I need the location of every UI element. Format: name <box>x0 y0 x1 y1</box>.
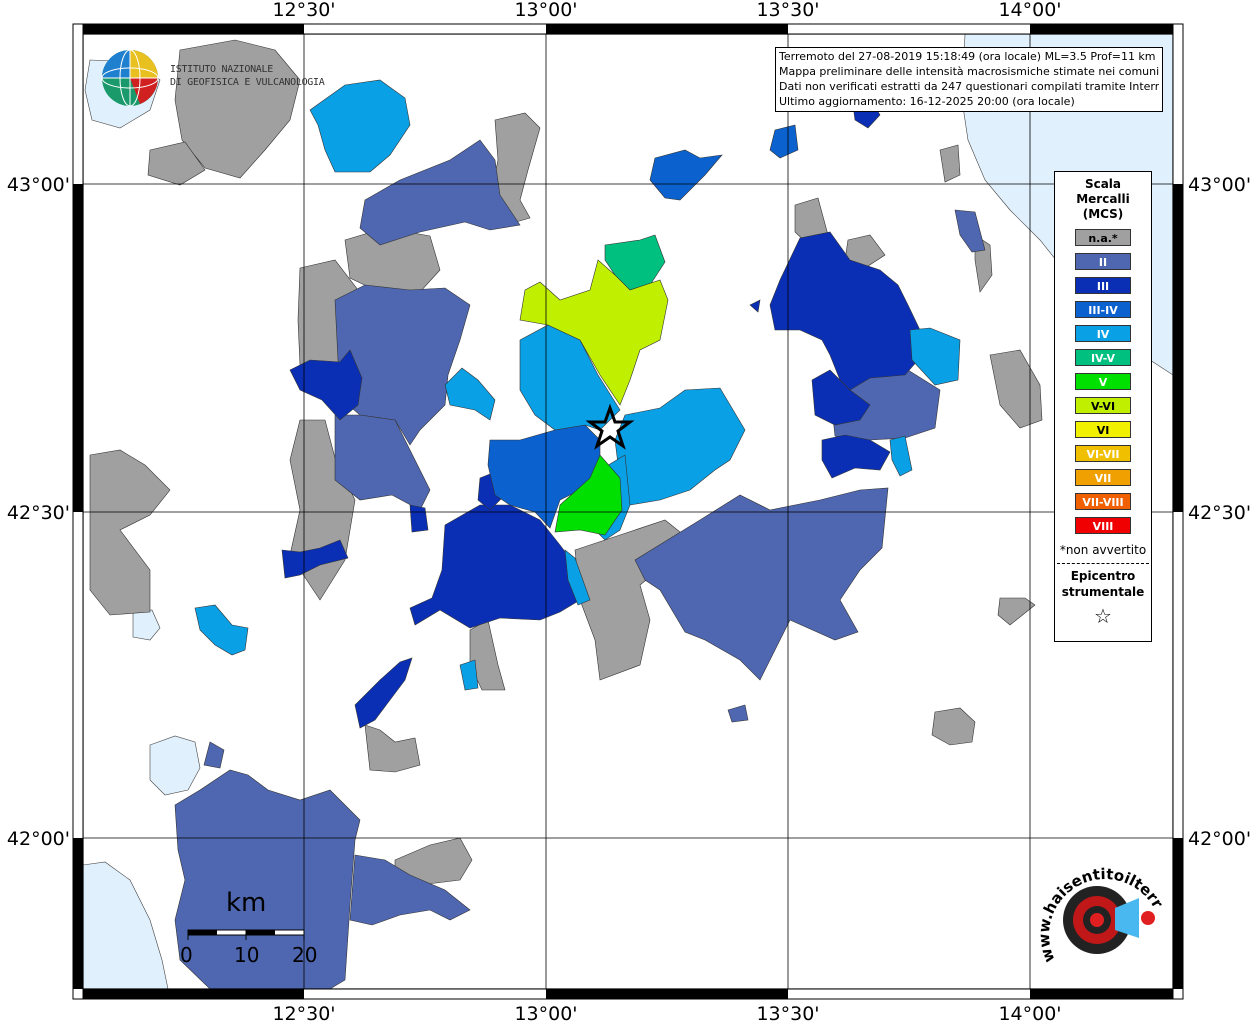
scale-bar-graphic <box>187 929 305 940</box>
lat-label-left-1: 43°00' <box>7 174 70 196</box>
legend-item: III <box>1075 277 1131 294</box>
scale-label-20: 20 <box>292 943 318 967</box>
legend-title-1: Scala <box>1084 177 1122 191</box>
legend-epicenter-2: strumentale <box>1061 585 1145 599</box>
legend-title-2: Mercalli <box>1076 192 1130 206</box>
legend-item: n.a.* <box>1075 229 1131 246</box>
ingv-line-2: DI GEOFISICA E VULCANOLOGIA <box>170 77 325 88</box>
legend-item: IV-V <box>1075 349 1131 366</box>
globe-icon <box>101 49 159 107</box>
event-info-line-4: Ultimo aggiornamento: 16-12-2025 20:00 (… <box>779 95 1075 108</box>
legend-separator <box>1057 563 1149 564</box>
legend-note: *non avvertito <box>1059 543 1147 557</box>
legend-item: V-VI <box>1075 397 1131 414</box>
lat-label-right-3: 42°00' <box>1188 828 1251 850</box>
lat-label-left-2: 42°30' <box>7 502 70 524</box>
lat-label-right-1: 43°00' <box>1188 174 1251 196</box>
legend-title-3: (MCS) <box>1082 207 1124 221</box>
lon-label-top-4: 14°00' <box>998 0 1061 21</box>
lon-label-top-2: 13°00' <box>514 0 577 21</box>
lat-label-right-2: 42°30' <box>1188 502 1251 524</box>
lat-label-left-3: 42°00' <box>7 828 70 850</box>
event-info-box: Terremoto del 27-08-2019 15:18:49 (ora l… <box>775 47 1163 112</box>
legend-item: IV <box>1075 325 1131 342</box>
legend-item: VI <box>1075 421 1131 438</box>
legend-item: III-IV <box>1075 301 1131 318</box>
ingv-logo: ISTITUTO NAZIONALE DI GEOFISICA E VULCAN… <box>100 48 325 108</box>
legend-item: V <box>1075 373 1131 390</box>
legend-item: VI-VII <box>1075 445 1131 462</box>
legend-items: n.a.* II III III-IV IV IV-V V V-VI VI VI-VII VII VI… <box>1055 229 1151 534</box>
legend-item: VII <box>1075 469 1131 486</box>
legend-star-icon: ☆ <box>1094 604 1112 628</box>
mcs-legend: Scala Mercalli (MCS) n.a.* II III III-IV IV I… <box>1054 171 1152 642</box>
lon-label-top-1: 12°30' <box>272 0 335 21</box>
event-info-line-3: Dati non verificati estratti da 247 ques… <box>779 80 1159 93</box>
haisentito-logo: www.haisentitoilterremoto.it <box>1027 836 1170 975</box>
lon-label-bottom-3: 13°30' <box>756 1003 819 1024</box>
scale-label-10: 10 <box>234 943 260 967</box>
event-info-line-2: Mappa preliminare delle intensità macros… <box>779 65 1159 78</box>
lon-label-bottom-2: 13°00' <box>514 1003 577 1024</box>
ingv-line-1: ISTITUTO NAZIONALE <box>170 64 273 75</box>
lon-label-bottom-4: 14°00' <box>998 1003 1061 1024</box>
target-logo-icon: www.haisentitoilterremoto.it <box>1027 836 1167 965</box>
scale-bar: km 0 10 20 <box>180 888 330 973</box>
legend-item: VIII <box>1075 517 1131 534</box>
lon-label-bottom-1: 12°30' <box>272 1003 335 1024</box>
lon-label-top-3: 13°30' <box>756 0 819 21</box>
scale-label-0: 0 <box>180 943 193 967</box>
legend-item: VII-VIII <box>1075 493 1131 510</box>
legend-epicenter-1: Epicentro <box>1070 569 1136 583</box>
legend-item: II <box>1075 253 1131 270</box>
event-info-line-1: Terremoto del 27-08-2019 15:18:49 (ora l… <box>779 50 1156 63</box>
